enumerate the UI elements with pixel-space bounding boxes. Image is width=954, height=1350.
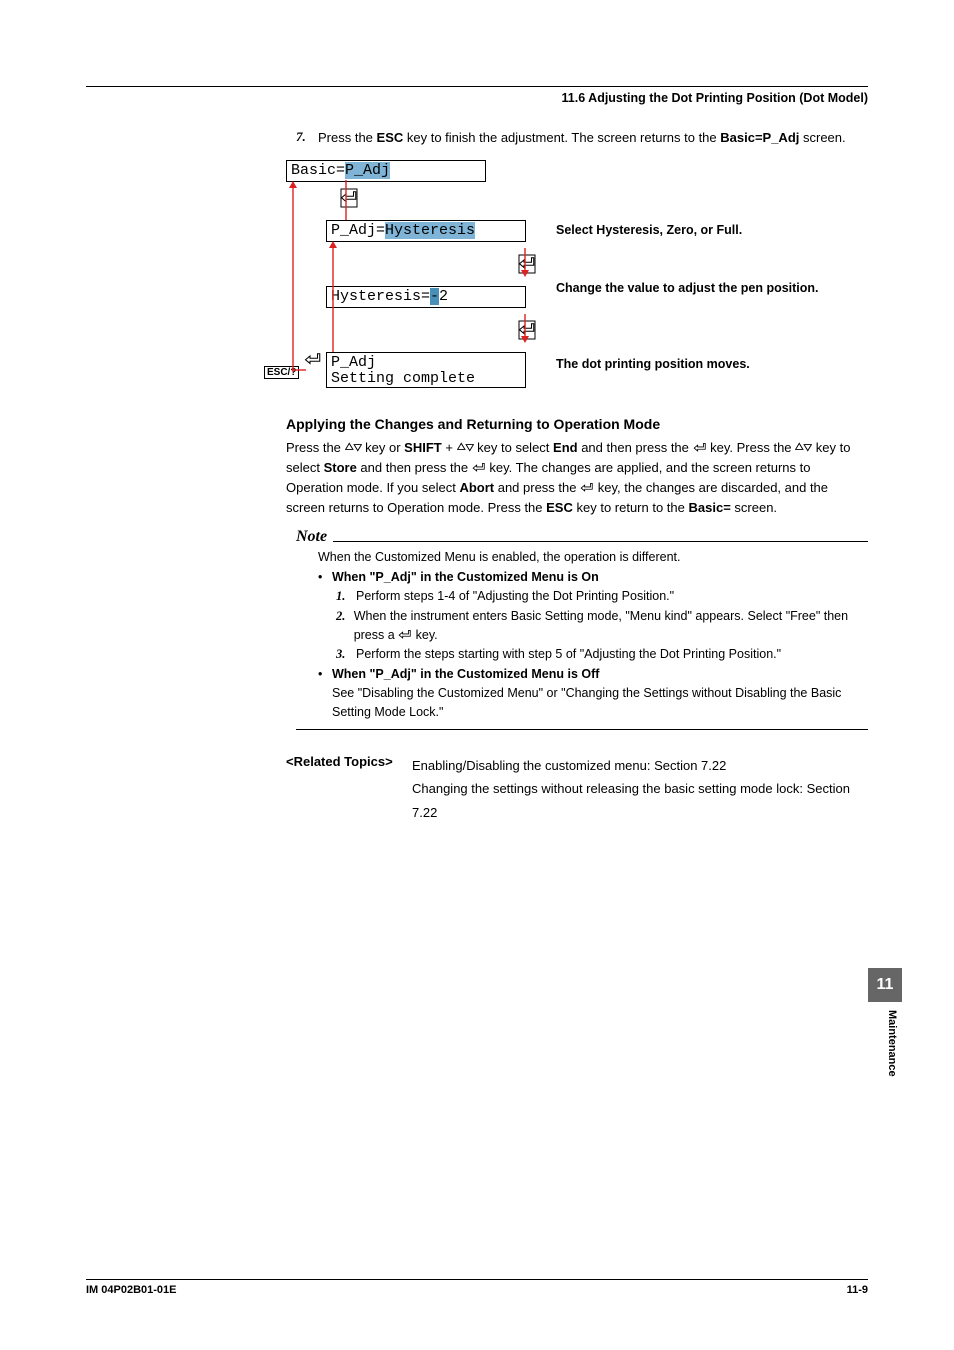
note-step-2: When the instrument enters Basic Setting…	[354, 607, 868, 646]
enter-icon	[398, 629, 412, 640]
note-block: Note When the Customized Menu is enabled…	[296, 528, 868, 729]
note-step-3: Perform the steps starting with step 5 o…	[356, 645, 781, 664]
section-header: 11.6 Adjusting the Dot Printing Position…	[86, 91, 868, 105]
flow-arrow-up-mid	[328, 240, 338, 352]
lcd-box-hysteresis: Hysteresis=-2	[326, 286, 526, 309]
updown-icon	[457, 441, 474, 453]
note-bullet-on: When "P_Adj" in the Customized Menu is O…	[332, 568, 599, 587]
footer-doc-id: IM 04P02B01-01E	[86, 1284, 177, 1296]
annotation-2: Change the value to adjust the pen posit…	[556, 280, 856, 297]
annotation-3: The dot printing position moves.	[556, 356, 856, 373]
flow-line-1	[341, 180, 351, 220]
chapter-tab-label: Maintenance	[886, 1010, 898, 1077]
updown-icon	[795, 441, 812, 453]
related-topics: <Related Topics> Enabling/Disabling the …	[286, 754, 868, 824]
flow-arrow-up-left	[288, 180, 298, 372]
flow-arrow-down-1	[520, 240, 530, 286]
enter-icon	[580, 482, 594, 493]
note-intro: When the Customized Menu is enabled, the…	[318, 548, 868, 567]
annotation-1: Select Hysteresis, Zero, or Full.	[556, 222, 856, 239]
enter-icon	[472, 462, 486, 473]
related-line-1: Enabling/Disabling the customized menu: …	[412, 754, 868, 777]
note-step-1: Perform steps 1-4 of "Adjusting the Dot …	[356, 587, 674, 606]
related-topics-label: <Related Topics>	[286, 754, 412, 824]
subsection-heading: Applying the Changes and Returning to Op…	[286, 416, 868, 432]
related-line-2: Changing the settings without releasing …	[412, 777, 868, 824]
step-7-text: Press the ESC key to finish the adjustme…	[318, 129, 868, 148]
flow-arrow-down-2	[520, 306, 530, 352]
lcd-box-padj: P_Adj=Hysteresis	[326, 220, 526, 243]
menu-flow-diagram: Basic=P_Adj P_Adj=Hysteresis Select Hyst…	[286, 160, 868, 396]
footer-page-number: 11-9	[847, 1284, 868, 1296]
lcd-box-basic: Basic=P_Adj	[286, 160, 486, 183]
note-bullet-off: When "P_Adj" in the Customized Menu is O…	[332, 665, 599, 684]
note-title: Note	[296, 528, 327, 546]
body-paragraph: Press the key or SHIFT + key to select E…	[286, 438, 868, 519]
enter-icon	[693, 442, 707, 453]
lcd-box-complete: P_Adj Setting complete	[326, 352, 526, 388]
step-number-7: 7.	[296, 129, 318, 145]
chapter-tab: 11	[868, 968, 902, 1002]
note-bullet-off-body: See "Disabling the Customized Menu" or "…	[332, 684, 868, 723]
updown-icon	[345, 441, 362, 453]
enter-icon	[304, 352, 322, 368]
